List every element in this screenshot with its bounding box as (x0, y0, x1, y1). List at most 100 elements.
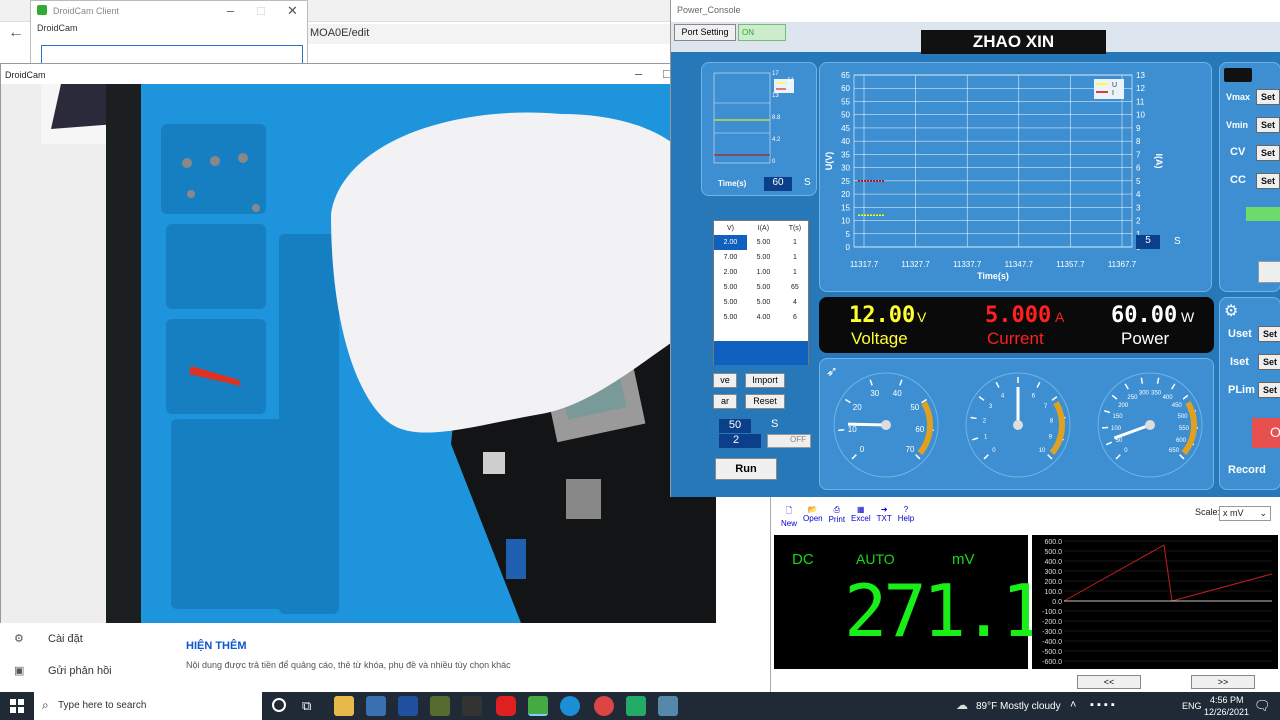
record-label[interactable]: Record (1228, 464, 1266, 476)
app-icon-1[interactable] (366, 696, 386, 716)
clock-date[interactable]: 12/26/2021 (1204, 707, 1249, 717)
txt-icon: ➜ (880, 505, 888, 514)
y-tick-label: -500.0 (1042, 649, 1062, 656)
sidebar-item-feedback[interactable]: ▣ Gửi phản hồi (14, 664, 112, 677)
run-button[interactable]: Run (715, 458, 777, 480)
print-button[interactable]: ⎙ Print (829, 505, 845, 528)
uset-set-button[interactable]: Set (1258, 326, 1280, 342)
power-label: Power (1121, 329, 1170, 348)
y-left-tick-label: 55 (841, 97, 850, 106)
notification-icon[interactable]: 🗨 (1254, 698, 1271, 714)
app-icon-6[interactable] (658, 696, 678, 716)
prev-button[interactable]: << (1077, 675, 1141, 689)
output-button[interactable] (1258, 261, 1280, 283)
mini-chart (713, 72, 794, 164)
y-left-tick-label: 10 (841, 217, 850, 226)
gear-icon[interactable]: ⚙ (1224, 301, 1238, 321)
app-icon-2[interactable] (398, 696, 418, 716)
windows-start-icon[interactable] (10, 699, 24, 713)
gauge-hub (1145, 420, 1155, 430)
weather-text[interactable]: 89°F Mostly cloudy (976, 701, 1061, 712)
maximize-icon[interactable]: □ (257, 3, 265, 18)
file-explorer-icon[interactable] (334, 696, 354, 716)
scale-select[interactable]: x mV ⌄ (1219, 506, 1271, 521)
taskbar: ⌕ Type here to search ⧉ ☁ 89°F Mostly cl… (0, 692, 1280, 720)
y-left-tick-label: 15 (841, 203, 850, 212)
y-right-tick-label: 5 (1136, 177, 1141, 186)
meter-display: DC AUTO mV 271.1 (774, 535, 1045, 669)
plot-area (853, 74, 1133, 248)
excel-button[interactable]: ▦ Excel (851, 505, 871, 528)
tray-chevron-icon[interactable]: ˄ (1070, 699, 1076, 711)
back-arrow-icon[interactable]: ← (8, 24, 24, 42)
vmin-set-button[interactable]: Set (1256, 117, 1280, 133)
gauge-tick (970, 416, 977, 420)
txt-button[interactable]: ➜ TXT (877, 505, 892, 528)
cortana-icon[interactable] (272, 698, 286, 712)
open-button[interactable]: 📂 Open (803, 505, 823, 528)
mini-chart-panel: U I 17 13 8.8 4.2 0 Time(s) 60 S (701, 62, 817, 196)
power-toggle[interactable]: ON (738, 24, 786, 41)
output-on-button[interactable]: O (1252, 418, 1280, 448)
cv-set-button[interactable]: Set (1256, 145, 1280, 161)
plim-set-button[interactable]: Set (1258, 382, 1280, 398)
help-button[interactable]: ? Help (898, 505, 914, 528)
step-table[interactable]: V) I(A) T(s) 2.00 5.00 1 7.00 5.00 1 2.00 1.00 1… (713, 220, 809, 365)
port-setting-button[interactable]: Port Setting (674, 24, 736, 41)
save-button[interactable]: ve (713, 373, 737, 388)
task-view-icon[interactable]: ⧉ (302, 698, 311, 714)
battery-icon (1224, 68, 1252, 82)
next-button[interactable]: >> (1191, 675, 1255, 689)
cycle-toggle[interactable]: OFF (767, 434, 811, 448)
window-title: DroidCam Client (53, 6, 120, 16)
edge-icon[interactable] (560, 696, 580, 716)
reset-button[interactable]: Reset (745, 394, 785, 409)
cycle-count-spinner[interactable]: 2 (719, 434, 761, 448)
import-button[interactable]: Import (745, 373, 785, 388)
taskbar-search[interactable]: ⌕ Type here to search (34, 692, 262, 720)
gauge-tick (1156, 377, 1160, 384)
cc-set-button[interactable]: Set (1256, 173, 1280, 189)
clock-time[interactable]: 4:56 PM (1210, 695, 1244, 705)
gauge-tick-label: 300 (1139, 391, 1150, 397)
y-tick-label: -200.0 (1042, 619, 1062, 626)
y-tick-label: -400.0 (1042, 639, 1062, 646)
time-spinner[interactable]: 60 (764, 177, 792, 191)
x-tick-label: 11357.7 (1056, 260, 1085, 269)
clear-button[interactable]: ar (713, 394, 737, 409)
show-more-link[interactable]: HIỆN THÊM (186, 640, 247, 652)
gauge-tick-label: 30 (870, 389, 879, 398)
y-right-tick-label: 11 (1136, 97, 1145, 106)
app-icon-5[interactable] (626, 696, 646, 716)
span-spinner[interactable]: 5 (1136, 235, 1160, 249)
app-icon-4[interactable] (462, 696, 482, 716)
rocket-icon: ➶ (826, 363, 838, 379)
youtube-icon[interactable] (496, 696, 516, 716)
sidebar-item-settings[interactable]: ⚙ Cài đặt (14, 632, 83, 645)
new-button[interactable]: 🗋 New (781, 505, 797, 528)
table-selection (714, 341, 808, 365)
chrome-icon[interactable] (594, 696, 614, 716)
droidcam-taskbar-icon[interactable] (528, 696, 548, 716)
y-tick-label: 500.0 (1044, 549, 1062, 556)
table-row: 7.00 5.00 1 (723, 254, 797, 261)
main-chart-panel: 65 60 55 50 45 40 35 30 25 20 15 10 5 0 13 12 11 10 9 8 7 6 5 4… (819, 62, 1212, 292)
voltage-label: Voltage (851, 329, 908, 348)
iset-set-button[interactable]: Set (1258, 354, 1280, 370)
minimize-icon[interactable]: – (635, 66, 642, 81)
close-icon[interactable]: ✕ (287, 3, 298, 19)
multimeter-window: 🗋 New 📂 Open ⎙ Print ▦ Excel ➜ TXT ? Help Scal… (770, 497, 1280, 692)
gauge-tick-label: 200 (1118, 403, 1129, 409)
app-icon-3[interactable] (430, 696, 450, 716)
vmax-set-button[interactable]: Set (1256, 89, 1280, 105)
unit-label: mV (952, 551, 975, 568)
language-indicator[interactable]: ENG (1182, 701, 1202, 711)
y-right-tick-label: 8 (1136, 137, 1141, 146)
y-right-tick-label: 12 (1136, 84, 1145, 93)
file-icon: 🗋 (785, 506, 793, 515)
tray-icons[interactable]: ▪ ▪ ▪ ▪ (1090, 699, 1115, 711)
menu-droidcam[interactable]: DroidCam (37, 23, 78, 33)
range-label: AUTO (856, 551, 895, 567)
cycle-time-spinner[interactable]: 50 (719, 419, 751, 433)
minimize-icon[interactable]: – (227, 3, 234, 18)
